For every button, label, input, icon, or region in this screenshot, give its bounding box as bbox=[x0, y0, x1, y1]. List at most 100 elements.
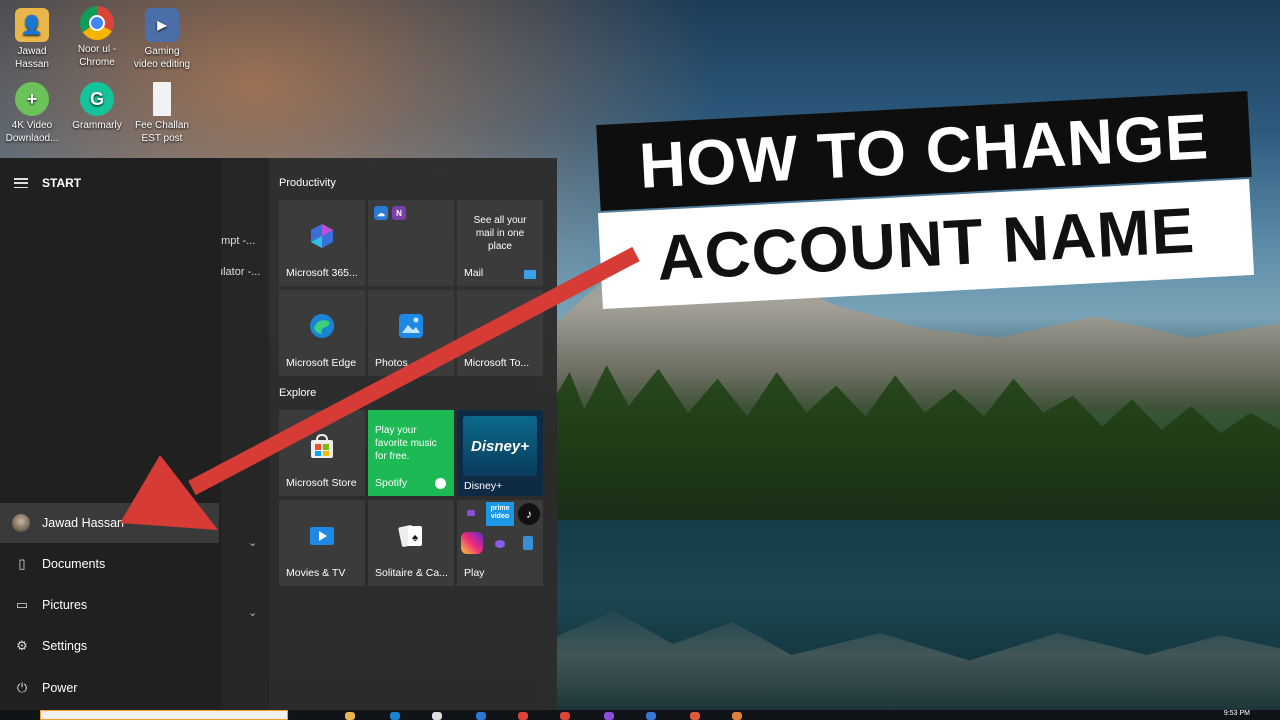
document-icon: ▯ bbox=[18, 556, 26, 571]
movies-tv-icon bbox=[307, 521, 337, 551]
tile-label: Movies & TV bbox=[286, 567, 346, 579]
power-label: Power bbox=[42, 681, 78, 695]
pictures-icon: ▭ bbox=[15, 597, 29, 612]
desktop-icon-label: video editing bbox=[133, 59, 191, 70]
tile-label: Solitaire & Ca... bbox=[375, 567, 448, 579]
spotify-promo: Play your favorite music for free. bbox=[375, 425, 437, 462]
document-icon bbox=[153, 82, 171, 116]
start-header[interactable]: START bbox=[14, 176, 81, 190]
user-account-button[interactable]: Jawad Hassan bbox=[0, 503, 219, 543]
start-menu: START Jawad Hassan ▯ Documents ▭ Picture… bbox=[0, 158, 557, 710]
tile-mail[interactable]: See all your mail in one place Mail bbox=[457, 200, 543, 286]
tile-label: Microsoft To... bbox=[464, 357, 530, 369]
desktop-icon-gaming-video[interactable]: ▶ Gaming video editing bbox=[130, 8, 194, 71]
calculator-icon bbox=[523, 536, 533, 550]
tile-microsoft-365[interactable]: Microsoft 365... bbox=[279, 200, 365, 286]
photos-icon bbox=[396, 311, 426, 341]
chevron-down-icon[interactable]: ⌄ bbox=[248, 536, 257, 549]
app-list-item[interactable]: ulator -... bbox=[221, 266, 260, 278]
gear-icon: ⚙ bbox=[16, 638, 28, 653]
power-icon: ⏻ bbox=[16, 680, 28, 695]
settings-label: Settings bbox=[42, 639, 88, 653]
desktop-icon-label: Hassan bbox=[15, 59, 49, 70]
pictures-button[interactable]: ▭ Pictures bbox=[0, 585, 219, 625]
microsoft-365-icon bbox=[307, 221, 337, 251]
desktop-icon-label: Grammarly bbox=[72, 120, 122, 131]
chrome-icon bbox=[80, 6, 114, 40]
tile-microsoft-store[interactable]: Microsoft Store bbox=[279, 410, 365, 496]
app-icon[interactable] bbox=[604, 712, 614, 720]
avatar bbox=[12, 514, 30, 532]
power-button[interactable]: ⏻ Power bbox=[0, 668, 219, 708]
desktop-icon-jawad-hassan[interactable]: 👤 Jawad Hassan bbox=[0, 8, 64, 71]
desktop-icon-label: Gaming bbox=[144, 46, 180, 57]
app-mini-icon bbox=[467, 510, 475, 516]
tile-photos[interactable]: Photos bbox=[368, 290, 454, 376]
cards-icon: ♠ bbox=[396, 521, 426, 551]
chevron-down-icon[interactable]: ⌄ bbox=[248, 606, 257, 619]
tile-movies-tv[interactable]: Movies & TV bbox=[279, 500, 365, 586]
mail-description: See all your mail in one place bbox=[473, 215, 527, 252]
tile-label: Microsoft Edge bbox=[286, 357, 357, 369]
pictures-label: Pictures bbox=[42, 598, 88, 612]
desktop-icon-4k-video[interactable]: + 4K Video Downlaod... bbox=[0, 82, 64, 145]
grammarly-icon: G bbox=[80, 82, 114, 116]
desktop-icon-fee-challan[interactable]: Fee Challan EST post bbox=[130, 82, 194, 145]
desktop-icon-label: Jawad bbox=[17, 46, 47, 57]
onenote-icon: N bbox=[392, 206, 406, 220]
tile-label: Disney+ bbox=[464, 480, 503, 492]
svg-text:♠: ♠ bbox=[412, 532, 418, 544]
spotify-icon bbox=[435, 478, 446, 489]
desktop-icon-chrome[interactable]: Noor ul - Chrome bbox=[65, 6, 129, 69]
desktop-icon-label: EST post bbox=[141, 133, 183, 144]
app-icon[interactable] bbox=[690, 712, 700, 720]
start-app-list: ompt -... ulator -... bbox=[221, 158, 269, 710]
file-explorer-icon[interactable] bbox=[345, 712, 355, 720]
app-icon[interactable] bbox=[646, 712, 656, 720]
mail-icon bbox=[524, 270, 536, 279]
tiktok-icon: ♪ bbox=[518, 503, 540, 525]
app-icon[interactable] bbox=[732, 712, 742, 720]
desktop-icon-label: Noor ul - bbox=[77, 44, 117, 55]
documents-label: Documents bbox=[42, 557, 106, 571]
hamburger-icon bbox=[14, 178, 28, 188]
chrome-icon[interactable] bbox=[560, 712, 570, 720]
store-icon bbox=[307, 431, 337, 461]
tile-label: Microsoft 365... bbox=[286, 267, 358, 279]
folder-user-icon: 👤 bbox=[15, 8, 49, 42]
office-mini-icons: ☁ N bbox=[374, 206, 406, 220]
group-label-productivity: Productivity bbox=[279, 177, 336, 189]
tile-office-apps[interactable]: ☁ N bbox=[368, 200, 454, 286]
group-label-explore: Explore bbox=[279, 387, 317, 399]
edge-icon[interactable] bbox=[390, 712, 400, 720]
tile-play-folder[interactable]: prime video ♪ Play bbox=[457, 500, 543, 586]
taskbar-search-box[interactable] bbox=[40, 710, 288, 720]
documents-button[interactable]: ▯ Documents bbox=[0, 544, 219, 584]
taskbar-clock[interactable]: 9:53 PM bbox=[1224, 710, 1250, 717]
tile-spotify[interactable]: Play your favorite music for free. Spoti… bbox=[368, 410, 454, 496]
desktop-icon-grammarly[interactable]: G Grammarly bbox=[65, 82, 129, 132]
tile-solitaire[interactable]: ♠ Solitaire & Ca... bbox=[368, 500, 454, 586]
tile-microsoft-edge[interactable]: Microsoft Edge bbox=[279, 290, 365, 376]
desktop-icon-label: Chrome bbox=[79, 57, 115, 68]
tile-label: Photos bbox=[375, 357, 408, 369]
disney-plus-logo: Disney+ bbox=[463, 416, 537, 476]
desktop-icon-label: Downlaod... bbox=[5, 133, 59, 144]
settings-button[interactable]: ⚙ Settings bbox=[0, 626, 219, 666]
tile-label: Spotify bbox=[375, 477, 408, 489]
notepad-icon[interactable] bbox=[432, 712, 442, 720]
app-icon[interactable] bbox=[476, 712, 486, 720]
4k-video-downloader-icon: + bbox=[15, 82, 49, 116]
tile-label: Microsoft Store bbox=[286, 477, 357, 489]
messenger-icon bbox=[495, 540, 505, 548]
chrome-icon[interactable] bbox=[518, 712, 528, 720]
instagram-icon bbox=[461, 532, 483, 554]
onedrive-icon: ☁ bbox=[374, 206, 388, 220]
desktop-icon-label: 4K Video bbox=[11, 120, 53, 131]
tile-label: Mail bbox=[464, 267, 484, 279]
tile-microsoft-todo[interactable]: Microsoft To... bbox=[457, 290, 543, 376]
tile-disney-plus[interactable]: Disney+ Disney+ bbox=[457, 410, 543, 496]
edge-icon bbox=[307, 311, 337, 341]
app-list-item[interactable]: ompt -... bbox=[221, 235, 255, 247]
taskbar: 9:53 PM bbox=[0, 710, 1280, 720]
